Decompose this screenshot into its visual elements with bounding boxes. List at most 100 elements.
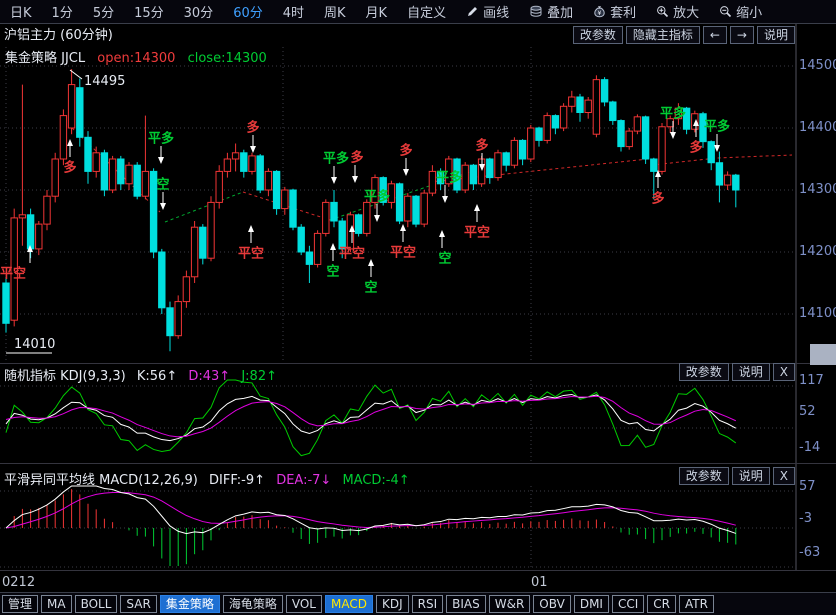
price-axis-label: 14200 xyxy=(799,244,836,259)
candle-body xyxy=(642,117,648,159)
candle-body xyxy=(519,140,525,159)
tab-rsi[interactable]: RSI xyxy=(412,595,444,613)
open-long-signal: 多 xyxy=(475,135,488,154)
tab-vol[interactable]: VOL xyxy=(286,595,322,613)
signal-down-arrow-icon xyxy=(331,177,337,184)
tab-cci[interactable]: CCI xyxy=(612,595,644,613)
signal-down-arrow-icon xyxy=(670,132,676,139)
tab-kdj[interactable]: KDJ xyxy=(376,595,409,613)
period-5min[interactable]: 5分 xyxy=(83,2,124,21)
x-axis-label: 01 xyxy=(531,575,548,590)
candle-body xyxy=(528,128,534,159)
close-short-signal: 平空 xyxy=(390,242,416,261)
period-4hour[interactable]: 4时 xyxy=(273,2,314,21)
edit-params-button[interactable]: 改参数 xyxy=(573,26,623,44)
candle-body xyxy=(273,171,279,208)
tab-obv[interactable]: OBV xyxy=(533,595,571,613)
tab-boll[interactable]: BOLL xyxy=(75,595,118,613)
price-axis-label: 14300 xyxy=(799,182,836,197)
tab-cr[interactable]: CR xyxy=(647,595,676,613)
macd-axis-label: -3 xyxy=(799,511,812,526)
tab-bias[interactable]: BIAS xyxy=(446,595,486,613)
tab-sar[interactable]: SAR xyxy=(120,595,156,613)
close-long-signal: 平多 xyxy=(148,128,174,147)
open-long-signal: 多 xyxy=(246,117,259,136)
candle-body xyxy=(503,153,509,165)
candle-body xyxy=(585,100,591,112)
scrollbar-thumb[interactable] xyxy=(810,344,836,365)
signal-down-arrow-icon xyxy=(403,169,409,176)
instrument-title: 沪铝主力 (60分钟) xyxy=(0,28,113,43)
low-price-label: 14010 xyxy=(14,337,55,352)
help-button[interactable]: 说明 xyxy=(732,467,770,485)
kdj-panel-header: 随机指标 KDJ(9,3,3) K:56↑ D:43↑ J:82↑ xyxy=(4,365,284,384)
kdj-axis-label: -14 xyxy=(799,440,820,455)
candle-body xyxy=(569,97,575,106)
candle-body xyxy=(560,106,566,128)
zoom-in-icon xyxy=(656,5,669,18)
candle-body xyxy=(544,116,550,141)
tab-dmi[interactable]: DMI xyxy=(574,595,609,613)
macd-axis-label: 57 xyxy=(799,479,816,494)
period-month-k[interactable]: 月K xyxy=(356,2,398,21)
tab-jijin-strategy[interactable]: 集金策略 xyxy=(160,595,220,613)
tab-wr[interactable]: W&R xyxy=(489,595,531,613)
candle-body xyxy=(470,165,476,184)
macd-title: 平滑异同平均线 MACD(12,26,9) xyxy=(4,473,198,488)
period-15min[interactable]: 15分 xyxy=(124,2,174,21)
candle-body xyxy=(298,227,304,252)
candle-body xyxy=(118,159,124,184)
signal-down-arrow-icon xyxy=(250,146,256,153)
period-60min[interactable]: 60分 xyxy=(223,2,273,21)
candle-body xyxy=(314,233,320,264)
open-long-signal: 多 xyxy=(63,157,76,176)
candle-body xyxy=(224,159,230,171)
tab-manage[interactable]: 管理 xyxy=(2,595,38,613)
signal-down-arrow-icon xyxy=(374,215,380,222)
tab-atr[interactable]: ATR xyxy=(679,595,714,613)
x-axis-label: 0212 xyxy=(2,575,35,590)
open-long-signal: 多 xyxy=(399,140,412,159)
edit-params-button[interactable]: 改参数 xyxy=(679,363,729,381)
tab-macd[interactable]: MACD xyxy=(325,595,373,613)
close-panel-button[interactable]: X xyxy=(773,467,795,485)
macd-dea-line xyxy=(6,492,736,528)
edit-params-button[interactable]: 改参数 xyxy=(679,467,729,485)
close-short-signal: 平空 xyxy=(238,243,264,262)
candle-body xyxy=(364,202,370,233)
period-custom[interactable]: 自定义 xyxy=(397,2,456,21)
hide-main-indicator-button[interactable]: 隐藏主指标 xyxy=(626,26,700,44)
scroll-left-button[interactable]: ← xyxy=(703,26,727,44)
candle-body xyxy=(142,171,148,196)
draw-line-button[interactable]: 画线 xyxy=(456,2,519,21)
close-panel-button[interactable]: X xyxy=(773,363,795,381)
zoom-out-button[interactable]: 缩小 xyxy=(709,2,772,21)
arbitrage-button[interactable]: ¥套利 xyxy=(583,2,646,21)
candle-body xyxy=(396,184,402,221)
strategy-info: 集金策略 JJCL open:14300 close:14300 xyxy=(5,47,275,66)
period-1min[interactable]: 1分 xyxy=(42,2,83,21)
candle-body xyxy=(68,85,74,128)
candle-body xyxy=(536,128,542,140)
zoom-in-button[interactable]: 放大 xyxy=(646,2,709,21)
tab-ma[interactable]: MA xyxy=(41,595,72,613)
period-30min[interactable]: 30分 xyxy=(174,2,224,21)
scroll-right-button[interactable]: → xyxy=(730,26,754,44)
top-toolbar: 日K1分5分15分30分60分4时周K月K自定义画线叠加¥套利放大缩小 xyxy=(0,0,836,24)
signal-up-arrow-icon xyxy=(400,224,406,231)
overlay-button[interactable]: 叠加 xyxy=(519,2,583,21)
candle-body xyxy=(232,153,238,159)
macd-axis-label: -63 xyxy=(799,545,820,560)
help-button[interactable]: 说明 xyxy=(757,26,795,44)
period-day-k[interactable]: 日K xyxy=(0,2,42,21)
tab-turtle-strategy[interactable]: 海龟策略 xyxy=(223,595,283,613)
candle-body xyxy=(216,171,222,202)
candle-body xyxy=(618,121,624,147)
candle-body xyxy=(159,252,165,308)
close-long-signal: 平多 xyxy=(364,186,390,205)
period-week-k[interactable]: 周K xyxy=(314,2,356,21)
close-long-signal: 平多 xyxy=(660,103,686,122)
candle-body xyxy=(306,252,312,264)
chart-header-buttons: 改参数隐藏主指标←→说明 xyxy=(573,26,795,44)
help-button[interactable]: 说明 xyxy=(732,363,770,381)
